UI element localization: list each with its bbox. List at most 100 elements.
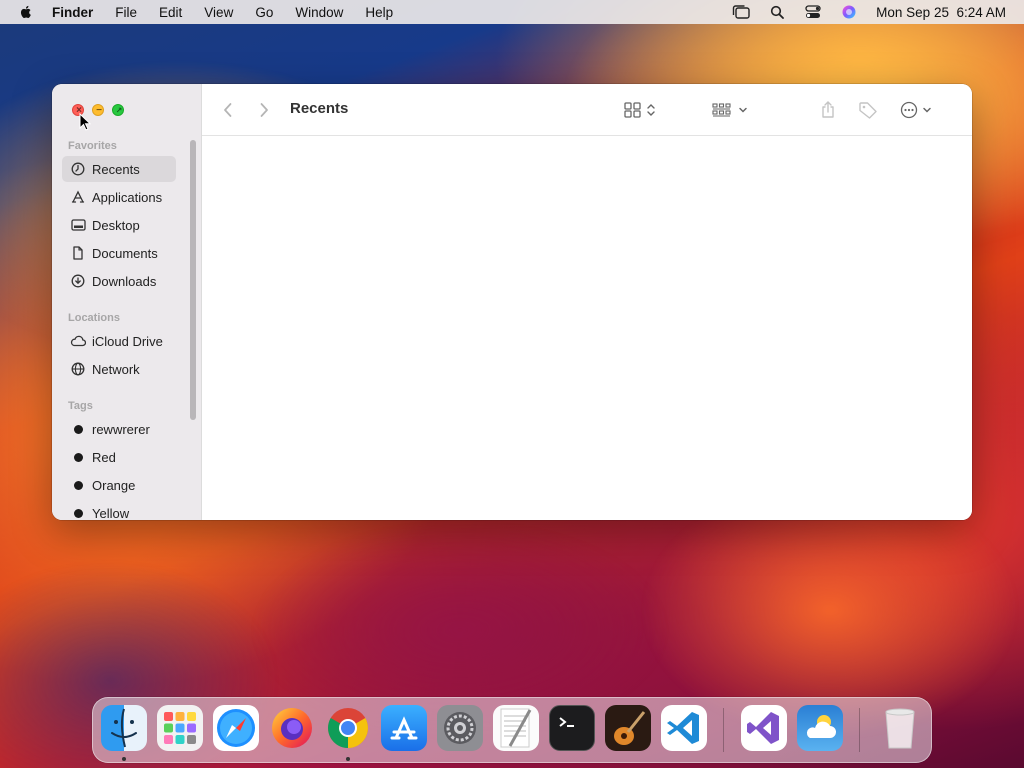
dock-weather[interactable] — [797, 705, 843, 751]
sidebar-item-applications[interactable]: Applications — [62, 184, 176, 210]
dock-app-store[interactable] — [381, 705, 427, 751]
control-center-icon[interactable] — [804, 5, 822, 19]
menu-go[interactable]: Go — [255, 5, 273, 20]
sidebar-item-label: Documents — [92, 245, 158, 261]
sidebar-item-desktop[interactable]: Desktop — [62, 212, 176, 238]
sidebar-item-downloads[interactable]: Downloads — [62, 268, 176, 294]
applications-icon — [70, 189, 86, 205]
sidebar-item-label: rewwrerer — [92, 421, 150, 437]
tag-icon — [859, 102, 877, 119]
dock-trash[interactable] — [877, 705, 923, 751]
sidebar-section-tags: Tags — [68, 400, 93, 412]
tag-color-dot-wrapper — [70, 421, 86, 437]
dock-terminal[interactable] — [549, 705, 595, 751]
dock-separator — [723, 708, 724, 752]
more-actions-button[interactable] — [900, 98, 932, 122]
app-store-icon — [390, 716, 418, 740]
view-mode-button[interactable] — [624, 98, 656, 122]
forward-button[interactable] — [258, 98, 270, 122]
tags-button[interactable] — [858, 98, 878, 122]
desktop-icon — [70, 217, 86, 233]
dock-system-settings[interactable] — [437, 705, 483, 751]
spotlight-search-icon[interactable] — [768, 5, 786, 19]
trash-icon — [885, 708, 915, 749]
sidebar-item-label: Red — [92, 449, 116, 465]
zoom-icon: ↗ — [115, 106, 123, 115]
sidebar-item-label: Desktop — [92, 217, 140, 233]
dock-finder[interactable] — [101, 705, 147, 751]
clock-icon — [70, 161, 86, 177]
dock-firefox[interactable] — [269, 705, 315, 751]
visual-studio-icon — [747, 712, 779, 744]
dock-garageband[interactable] — [605, 705, 651, 751]
finder-sidebar: × − ↗ Favorites Recents Applications Des… — [52, 84, 202, 520]
back-button[interactable] — [222, 98, 234, 122]
dock-chrome[interactable] — [325, 705, 371, 751]
dock-launchpad[interactable] — [157, 705, 203, 751]
launchpad-icon — [164, 712, 196, 744]
chevron-left-icon — [224, 103, 232, 117]
dock-safari[interactable] — [213, 705, 259, 751]
menu-file[interactable]: File — [115, 5, 137, 20]
sidebar-tag-orange[interactable]: Orange — [62, 472, 176, 498]
tag-color-dot-wrapper — [70, 505, 86, 520]
sidebar-item-recents[interactable]: Recents — [62, 156, 176, 182]
sidebar-tag-red[interactable]: Red — [62, 444, 176, 470]
weather-icon — [806, 715, 836, 738]
menu-help[interactable]: Help — [365, 5, 393, 20]
finder-toolbar: Recents — [202, 84, 972, 136]
menu-view[interactable]: View — [204, 5, 233, 20]
stage-manager-icon[interactable] — [732, 5, 750, 19]
minimize-button[interactable]: − — [92, 104, 104, 116]
running-indicator — [346, 757, 350, 761]
sidebar-item-label: Yellow — [92, 505, 130, 521]
share-button[interactable] — [820, 98, 836, 122]
chevron-updown-icon — [647, 104, 655, 116]
siri-icon[interactable] — [840, 5, 858, 19]
safari-icon — [217, 709, 255, 747]
apple-logo-icon[interactable] — [18, 4, 34, 20]
chrome-icon — [328, 708, 368, 748]
vscode-icon — [667, 712, 699, 744]
globe-icon — [70, 361, 86, 377]
chevron-down-icon — [739, 107, 747, 113]
tag-dot-icon — [73, 480, 83, 490]
sidebar-item-documents[interactable]: Documents — [62, 240, 176, 266]
sidebar-section-locations: Locations — [68, 312, 120, 324]
zoom-button[interactable]: ↗ — [112, 104, 124, 116]
menu-window[interactable]: Window — [295, 5, 343, 20]
finder-content-area[interactable] — [202, 136, 972, 520]
download-icon — [70, 273, 86, 289]
minimize-icon: − — [96, 105, 102, 116]
dock-textedit[interactable] — [493, 705, 539, 751]
mouse-cursor-icon — [79, 113, 91, 131]
dock-separator — [859, 708, 860, 752]
firefox-icon — [272, 708, 312, 748]
menu-bar: Finder File Edit View Go Window Help Mon… — [0, 0, 1024, 24]
cloud-icon — [70, 333, 86, 349]
sidebar-item-icloud-drive[interactable]: iCloud Drive — [62, 328, 176, 354]
chevron-down-icon — [923, 107, 931, 113]
sidebar-section-favorites: Favorites — [68, 140, 117, 152]
settings-icon — [444, 712, 476, 744]
sidebar-item-label: Applications — [92, 189, 163, 205]
tag-dot-icon — [73, 424, 83, 434]
group-by-button[interactable] — [712, 98, 748, 122]
group-grid-icon — [712, 103, 731, 117]
sidebar-tag-rewwrerer[interactable]: rewwrerer — [62, 416, 176, 442]
menu-edit[interactable]: Edit — [159, 5, 182, 20]
dock-vscode[interactable] — [661, 705, 707, 751]
window-title: Recents — [290, 100, 349, 117]
sidebar-tag-yellow[interactable]: Yellow — [62, 500, 176, 520]
dock-visual-studio[interactable] — [741, 705, 787, 751]
menu-app-name[interactable]: Finder — [52, 5, 93, 20]
tag-color-dot-wrapper — [70, 477, 86, 493]
sidebar-item-label: Network — [92, 361, 140, 377]
ellipsis-circle-icon — [900, 101, 918, 119]
sidebar-item-label: Recents — [92, 161, 140, 177]
garageband-icon — [614, 711, 646, 745]
terminal-icon — [559, 717, 574, 727]
menu-bar-clock[interactable]: Mon Sep 25 6:24 AM — [876, 5, 1006, 20]
sidebar-scrollbar[interactable] — [190, 140, 196, 420]
sidebar-item-network[interactable]: Network — [62, 356, 176, 382]
